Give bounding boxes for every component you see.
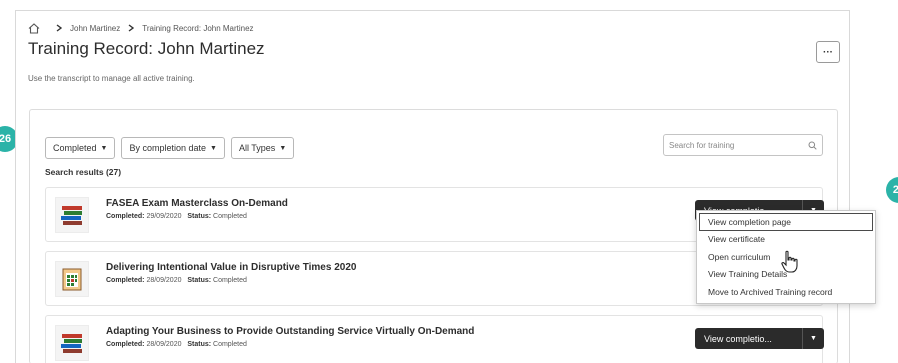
type-filter-button[interactable]: All Types ▼ (230, 137, 295, 159)
caret-down-icon[interactable]: ▼ (802, 328, 824, 349)
status-label: Status: (187, 213, 212, 220)
status-label: Status: (187, 341, 212, 348)
status-value: Completed (213, 277, 247, 284)
page-description: Use the transcript to manage all active … (28, 74, 195, 83)
training-meta: Completed: 29/09/2020 Status: Completed (106, 213, 247, 220)
caret-down-icon: ▼ (100, 144, 108, 152)
more-options-button[interactable]: ··· (816, 41, 840, 63)
search-input[interactable] (669, 140, 807, 150)
status-label: Status: (187, 277, 212, 284)
search-box (663, 134, 823, 156)
breadcrumb: John Martinez Training Record: John Mart… (28, 21, 254, 35)
completed-date: 29/09/2020 (146, 213, 182, 220)
chevron-right-icon (54, 23, 64, 33)
training-meta: Completed: 28/09/2020 Status: Completed (106, 341, 247, 348)
training-title[interactable]: Delivering Intentional Value in Disrupti… (106, 262, 356, 273)
training-meta: Completed: 28/09/2020 Status: Completed (106, 277, 247, 284)
status-value: Completed (213, 213, 247, 220)
sort-filter-label: By completion date (129, 143, 207, 153)
training-record-panel: John Martinez Training Record: John Mart… (15, 10, 850, 363)
search-results-count: Search results (27) (45, 167, 122, 177)
caret-down-icon: ▼ (210, 144, 217, 152)
menu-item-view-certificate[interactable]: View certificate (697, 231, 875, 249)
completed-label: Completed: (106, 277, 145, 284)
books-icon (55, 197, 89, 233)
completed-date: 28/09/2020 (146, 341, 182, 348)
training-title[interactable]: Adapting Your Business to Provide Outsta… (106, 326, 474, 337)
hand-pointer-cursor-icon (780, 250, 800, 274)
breadcrumb-current: Training Record: John Martinez (142, 23, 254, 33)
type-filter-label: All Types (238, 143, 276, 153)
view-completion-button[interactable]: View completio... (695, 328, 802, 349)
completed-date: 28/09/2020 (146, 277, 182, 284)
completed-label: Completed: (106, 341, 145, 348)
page-title: Training Record: John Martinez (28, 39, 265, 58)
status-filter-button[interactable]: Completed ▼ (45, 137, 116, 159)
home-icon[interactable] (28, 22, 42, 34)
view-completion-split-button: View completio... ▼ (695, 328, 824, 349)
sort-filter-button[interactable]: By completion date ▼ (121, 137, 225, 159)
breadcrumb-link-user[interactable]: John Martinez (70, 24, 120, 33)
filter-bar: Completed ▼ By completion date ▼ All Typ… (45, 137, 295, 159)
menu-item-move-to-archived[interactable]: Move to Archived Training record (697, 283, 875, 301)
calendar-icon (55, 261, 89, 297)
completed-label: Completed: (106, 213, 145, 220)
chevron-right-icon (126, 23, 136, 33)
books-icon (55, 325, 89, 361)
status-filter-label: Completed (53, 143, 97, 153)
caret-down-icon: ▼ (279, 144, 287, 152)
callout-badge-27: 27 (886, 177, 898, 203)
status-value: Completed (213, 341, 247, 348)
menu-item-view-completion-page[interactable]: View completion page (699, 213, 873, 231)
training-row: Adapting Your Business to Provide Outsta… (45, 315, 824, 363)
training-title[interactable]: FASEA Exam Masterclass On-Demand (106, 198, 288, 209)
search-icon[interactable] (807, 140, 817, 150)
